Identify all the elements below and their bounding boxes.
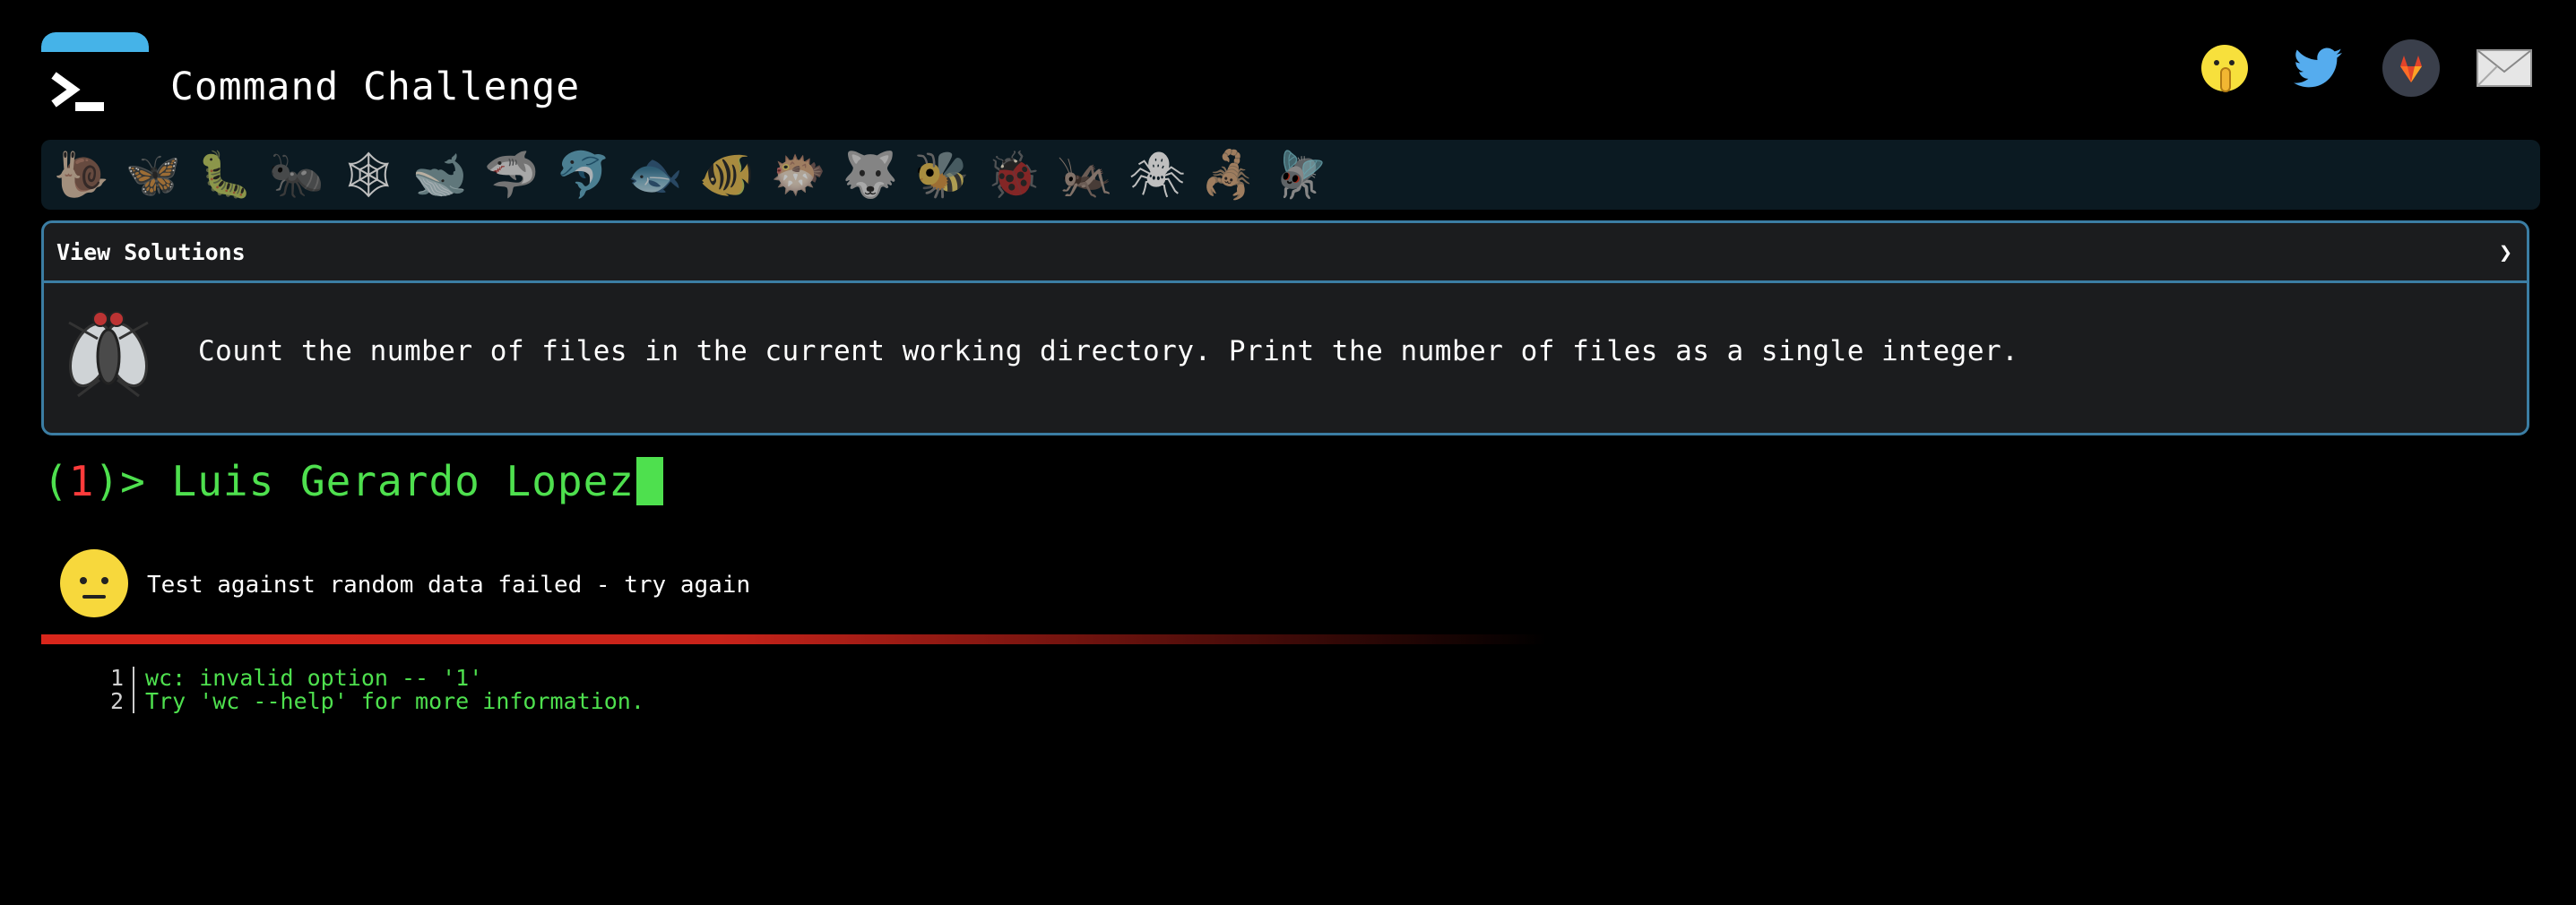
chevron-right-icon: ❯ xyxy=(2498,238,2512,265)
view-solutions-toggle[interactable]: View Solutions ❯ xyxy=(44,223,2527,283)
blowfish-icon[interactable]: 🐡 xyxy=(771,147,826,203)
spider-icon[interactable]: 🕷 xyxy=(1128,147,1185,203)
line-text: wc: invalid option -- '1' xyxy=(145,665,483,691)
snail-icon[interactable]: 🐌 xyxy=(54,147,109,203)
tropical-fish-icon[interactable]: 🐠 xyxy=(699,147,755,203)
challenge-animals-bar: 🐌 🦋 🐛 🐜 🕸 🐋 🦈 🐬 🐟 🐠 🐡 🐺 🐝 🐞 🦗 🕷 🦂 🪰 xyxy=(41,140,2540,210)
scorpion-icon[interactable]: 🦂 xyxy=(1201,147,1257,203)
twitter-icon[interactable] xyxy=(2289,39,2347,97)
prompt-open-paren: ( xyxy=(43,457,69,505)
task-panel: View Solutions ❯ Count the number of fil… xyxy=(41,220,2529,435)
result-text: Test against random data failed - try ag… xyxy=(147,572,751,599)
output-line: 1 wc: invalid option -- '1' xyxy=(86,667,644,690)
wolf-icon[interactable]: 🐺 xyxy=(843,147,898,203)
line-number: 1 xyxy=(86,667,134,690)
gitlab-icon[interactable] xyxy=(2382,39,2440,97)
task-description: Count the number of files in the current… xyxy=(198,335,2019,367)
command-input[interactable]: Luis Gerardo Lopez xyxy=(172,457,635,505)
command-output: 1 wc: invalid option -- '1' 2 Try 'wc --… xyxy=(86,667,644,713)
spider-web-icon[interactable]: 🕸 xyxy=(340,147,396,203)
line-text: Try 'wc --help' for more information. xyxy=(145,688,644,714)
fish-icon[interactable]: 🐟 xyxy=(627,147,683,203)
shush-face-icon[interactable] xyxy=(2196,39,2253,97)
whale-icon[interactable]: 🐋 xyxy=(412,147,468,203)
ant-icon[interactable]: 🐜 xyxy=(269,147,324,203)
header: Command Challenge xyxy=(41,32,2533,140)
cricket-icon[interactable]: 🦗 xyxy=(1058,147,1113,203)
bee-icon[interactable]: 🐝 xyxy=(914,147,970,203)
shark-icon[interactable]: 🦈 xyxy=(484,147,540,203)
ladybug-icon[interactable]: 🐞 xyxy=(986,147,1042,203)
social-links xyxy=(2196,39,2533,97)
prompt-attempt-number: 1 xyxy=(68,457,95,505)
error-bar xyxy=(41,634,1547,644)
view-solutions-label: View Solutions xyxy=(56,238,246,265)
command-prompt[interactable]: ( 1 )> Luis Gerardo Lopez xyxy=(43,457,663,505)
output-line: 2 Try 'wc --help' for more information. xyxy=(86,690,644,713)
caterpillar-icon[interactable]: 🐛 xyxy=(197,147,253,203)
dolphin-icon[interactable]: 🐬 xyxy=(556,147,611,203)
site-title[interactable]: Command Challenge xyxy=(170,65,580,109)
prompt-symbol: )> xyxy=(94,457,172,505)
fly-icon[interactable]: 🪰 xyxy=(1273,147,1328,203)
result-message: Test against random data failed - try ag… xyxy=(59,548,750,622)
cursor xyxy=(636,457,663,505)
neutral-face-icon xyxy=(59,548,129,622)
mail-icon[interactable] xyxy=(2476,39,2533,97)
butterfly-icon[interactable]: 🦋 xyxy=(125,147,181,203)
terminal-logo-icon[interactable] xyxy=(41,32,149,125)
fly-icon xyxy=(62,303,155,405)
line-number: 2 xyxy=(86,690,134,713)
